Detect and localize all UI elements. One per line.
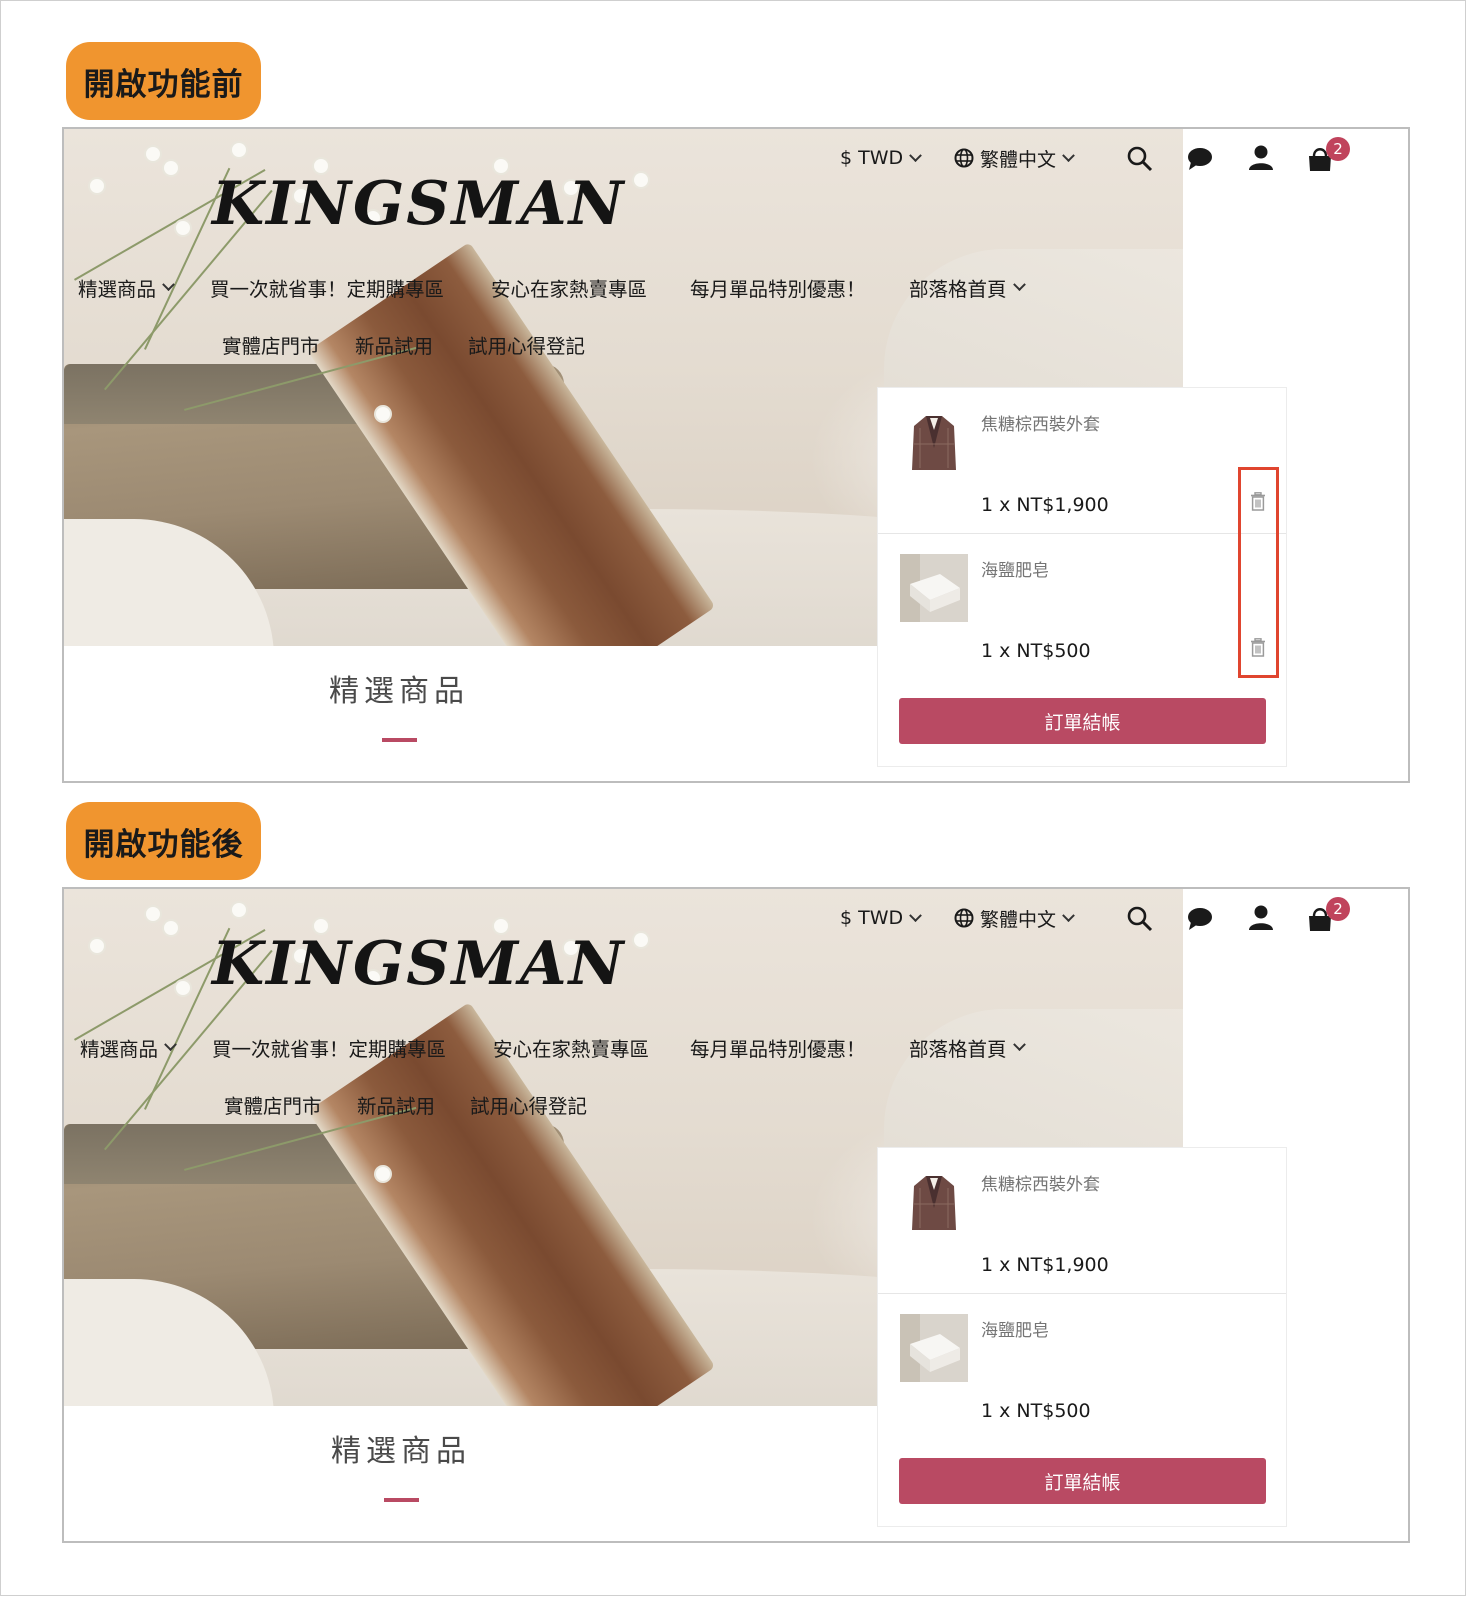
nav-item-trial-review[interactable]: 試用心得登記 xyxy=(470,1089,587,1119)
cart-item[interactable]: 焦糖棕西裝外套 1 x NT$1,900 xyxy=(878,1148,1286,1293)
cart-item-name[interactable]: 焦糖棕西裝外套 xyxy=(981,1170,1100,1195)
nav-item-new-trial[interactable]: 新品試用 xyxy=(355,329,433,359)
cart-dropdown: 焦糖棕西裝外套 1 x NT$1,900 海鹽肥皂 1 x NT$500 訂單結… xyxy=(877,1147,1287,1527)
currency-selector[interactable]: $ TWD xyxy=(840,143,923,173)
nav-label: 精選商品 xyxy=(78,277,157,301)
nav-label: 安心在家熱賣專區 xyxy=(493,1037,650,1061)
nav-item-subscription[interactable]: 買一次就省事！定期購專區 xyxy=(210,272,444,302)
cart-item-qty-price: 1 x NT$500 xyxy=(981,1400,1091,1422)
before-label: 開啟功能前 xyxy=(66,42,261,120)
nav-item-home-bestsellers[interactable]: 安心在家熱賣專區 xyxy=(491,272,647,302)
cart-item-name[interactable]: 焦糖棕西裝外套 xyxy=(981,410,1100,435)
globe-icon xyxy=(954,148,974,168)
nav-item-stores[interactable]: 實體店門市 xyxy=(224,1089,322,1119)
store-logo[interactable]: KINGSMAN xyxy=(212,169,625,239)
cart-count-badge: 2 xyxy=(1326,137,1350,161)
store-panel-before: KINGSMAN $ TWD 繁體中文 2 精選商品 買一次就省事！定期購專區 … xyxy=(62,127,1410,783)
currency-label: $ TWD xyxy=(840,147,904,169)
chevron-down-icon xyxy=(1012,1037,1026,1051)
cart-item-qty-price: 1 x NT$1,900 xyxy=(981,1254,1109,1276)
search-icon[interactable] xyxy=(1126,903,1154,933)
nav-label: 實體店門市 xyxy=(224,1094,322,1118)
nav-label: 新品試用 xyxy=(357,1094,436,1118)
product-thumbnail-jacket[interactable] xyxy=(900,1168,968,1236)
cart-item-qty-price: 1 x NT$1,900 xyxy=(981,494,1109,516)
currency-label: $ TWD xyxy=(840,907,904,929)
nav-label: 部落格首頁 xyxy=(909,277,1007,301)
nav-item-subscription[interactable]: 買一次就省事！定期購專區 xyxy=(212,1032,446,1062)
cart-item[interactable]: 海鹽肥皂 1 x NT$500 xyxy=(878,534,1286,679)
chevron-down-icon xyxy=(909,148,923,162)
nav-label: 試用心得登記 xyxy=(470,1094,588,1118)
store-panel-after: KINGSMAN $ TWD 繁體中文 2 精選商品 買一次就省事！定期購專區 … xyxy=(62,887,1410,1543)
nav-item-blog[interactable]: 部落格首頁 xyxy=(909,1032,1026,1062)
cart-dropdown: 焦糖棕西裝外套 1 x NT$1,900 海鹽肥皂 1 x NT$500 訂單結… xyxy=(877,387,1287,767)
language-label: 繁體中文 xyxy=(980,908,1057,931)
user-icon[interactable] xyxy=(1247,143,1275,173)
nav-item-blog[interactable]: 部落格首頁 xyxy=(909,272,1026,302)
cart-item[interactable]: 焦糖棕西裝外套 1 x NT$1,900 xyxy=(878,388,1286,533)
nav-label: 買一次就省事！定期購專區 xyxy=(212,1037,447,1061)
nav-item-stores[interactable]: 實體店門市 xyxy=(222,329,320,359)
nav-label: 每月單品特別優惠！ xyxy=(690,1037,866,1061)
cart-item[interactable]: 海鹽肥皂 1 x NT$500 xyxy=(878,1294,1286,1439)
section-title: 精選商品 xyxy=(329,674,469,709)
product-thumbnail-soap[interactable] xyxy=(900,1314,968,1382)
chevron-down-icon xyxy=(162,277,175,291)
section-underline xyxy=(382,738,417,742)
cart-item-name[interactable]: 海鹽肥皂 xyxy=(981,1316,1049,1341)
search-icon[interactable] xyxy=(1126,143,1154,173)
chevron-down-icon xyxy=(1062,908,1075,922)
nav-item-trial-review[interactable]: 試用心得登記 xyxy=(468,329,585,359)
nav-label: 實體店門市 xyxy=(222,334,320,358)
nav-label: 新品試用 xyxy=(355,334,434,358)
product-thumbnail-jacket[interactable] xyxy=(900,408,968,476)
section-title: 精選商品 xyxy=(331,1434,471,1469)
checkout-button[interactable]: 訂單結帳 xyxy=(899,698,1266,744)
cart-item-name[interactable]: 海鹽肥皂 xyxy=(981,556,1049,581)
chevron-down-icon xyxy=(1012,277,1026,291)
language-label: 繁體中文 xyxy=(980,148,1057,171)
store-logo[interactable]: KINGSMAN xyxy=(212,929,625,999)
globe-icon xyxy=(954,908,974,928)
language-selector[interactable]: 繁體中文 xyxy=(954,903,1075,933)
checkout-button[interactable]: 訂單結帳 xyxy=(899,1458,1266,1504)
nav-label: 部落格首頁 xyxy=(909,1037,1007,1061)
currency-selector[interactable]: $ TWD xyxy=(840,903,923,933)
nav-item-featured[interactable]: 精選商品 xyxy=(80,1032,177,1062)
nav-label: 精選商品 xyxy=(80,1037,159,1061)
nav-item-home-bestsellers[interactable]: 安心在家熱賣專區 xyxy=(493,1032,649,1062)
chat-icon[interactable] xyxy=(1186,143,1214,173)
nav-label: 安心在家熱賣專區 xyxy=(491,277,648,301)
chevron-down-icon xyxy=(909,908,923,922)
language-selector[interactable]: 繁體中文 xyxy=(954,143,1075,173)
nav-item-monthly-deals[interactable]: 每月單品特別優惠！ xyxy=(690,1032,866,1062)
after-label: 開啟功能後 xyxy=(66,802,261,880)
delete-buttons-highlight xyxy=(1238,467,1279,678)
product-thumbnail-soap[interactable] xyxy=(900,554,968,622)
chevron-down-icon xyxy=(164,1037,177,1051)
nav-label: 買一次就省事！定期購專區 xyxy=(210,277,445,301)
nav-label: 試用心得登記 xyxy=(468,334,586,358)
nav-item-monthly-deals[interactable]: 每月單品特別優惠！ xyxy=(690,272,866,302)
nav-item-featured[interactable]: 精選商品 xyxy=(78,272,175,302)
section-underline xyxy=(384,1498,419,1502)
nav-label: 每月單品特別優惠！ xyxy=(690,277,866,301)
chat-icon[interactable] xyxy=(1186,903,1214,933)
user-icon[interactable] xyxy=(1247,903,1275,933)
nav-item-new-trial[interactable]: 新品試用 xyxy=(357,1089,435,1119)
chevron-down-icon xyxy=(1062,148,1075,162)
cart-item-qty-price: 1 x NT$500 xyxy=(981,640,1091,662)
cart-count-badge: 2 xyxy=(1326,897,1350,921)
